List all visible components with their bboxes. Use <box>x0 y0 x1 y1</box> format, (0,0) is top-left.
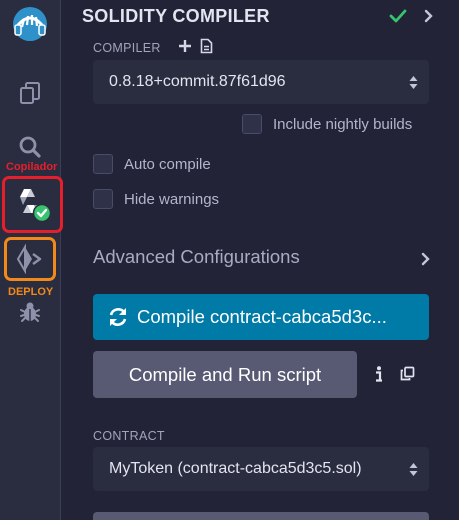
compiler-caption: Copilador <box>6 161 58 173</box>
contract-select[interactable]: MyToken (contract-cabca5d3c5.sol) <box>93 447 429 491</box>
contract-section-label: CONTRACT <box>93 429 165 443</box>
contract-select-caret-icon <box>409 460 418 478</box>
info-icon[interactable] <box>375 366 383 383</box>
include-nightly-checkbox[interactable] <box>242 114 262 134</box>
deploy-caption: DEPLOY <box>8 286 54 298</box>
auto-compile-label: Auto compile <box>124 155 211 173</box>
hide-warnings-checkbox[interactable] <box>93 189 113 209</box>
compiler-version-value: 0.8.18+commit.87f61d96 <box>109 73 286 90</box>
add-custom-compiler-plus-icon[interactable] <box>178 39 192 53</box>
hide-warnings-label: Hide warnings <box>124 190 220 208</box>
remix-logo-icon[interactable] <box>4 2 56 48</box>
select-sort-caret-icon <box>409 73 418 91</box>
compiled-success-check-icon <box>389 8 407 24</box>
include-nightly-row[interactable]: Include nightly builds <box>242 114 412 134</box>
compiler-version-select[interactable]: 0.8.18+commit.87f61d96 <box>93 60 429 104</box>
panel-title: SOLIDITY COMPILER <box>82 6 270 26</box>
auto-compile-checkbox[interactable] <box>93 154 113 174</box>
compile-and-run-script-button[interactable]: Compile and Run script <box>93 351 357 398</box>
include-nightly-label: Include nightly builds <box>273 115 413 133</box>
contract-selected-value: MyToken (contract-cabca5d3c5.sol) <box>109 460 362 477</box>
file-explorer-icon[interactable] <box>10 76 50 110</box>
compile-run-label: Compile and Run script <box>128 363 322 385</box>
advanced-configurations-label: Advanced Configurations <box>93 246 300 267</box>
sync-refresh-icon <box>107 306 129 328</box>
compiler-file-icon[interactable] <box>200 38 213 54</box>
compiler-section-label: COMPILER <box>93 41 161 55</box>
copy-icon[interactable] <box>400 366 415 381</box>
deploy-run-icon[interactable] <box>10 241 50 277</box>
icon-rail: Copilador DEPLOY <box>0 0 63 520</box>
solidity-compiler-panel: SOLIDITY COMPILER COMPILER 0.8.18+commit… <box>62 0 459 520</box>
advanced-chevron-right-icon <box>421 249 431 271</box>
compile-contract-button[interactable]: Compile contract-cabca5d3c... <box>93 294 429 340</box>
advanced-configurations-toggle[interactable]: Advanced Configurations <box>93 246 433 268</box>
panel-chevron-right-icon[interactable] <box>424 9 434 23</box>
hide-warnings-row[interactable]: Hide warnings <box>93 189 219 209</box>
publish-button-partial[interactable] <box>93 512 429 520</box>
debugger-bug-icon[interactable] <box>10 298 50 326</box>
search-icon[interactable] <box>10 132 50 162</box>
auto-compile-row[interactable]: Auto compile <box>93 154 211 174</box>
compile-button-label: Compile contract-cabca5d3c... <box>137 306 387 327</box>
solidity-compiler-icon[interactable] <box>12 185 54 225</box>
